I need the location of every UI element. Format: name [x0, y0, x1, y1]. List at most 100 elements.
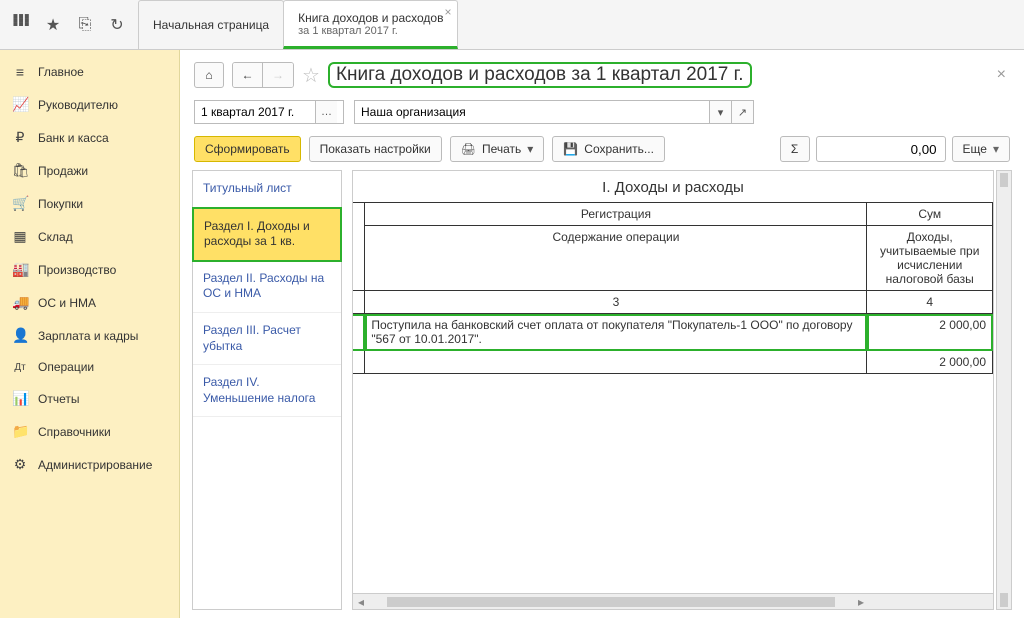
- tab-label: Книга доходов и расходов: [298, 11, 443, 25]
- tab-home[interactable]: Начальная страница: [138, 0, 284, 49]
- sidebar-item-label: Зарплата и кадры: [38, 329, 138, 343]
- sidebar-item-label: Банк и касса: [38, 131, 109, 145]
- topbar-icons: ▪▪▪▪▪▪▪▪▪ ★ ⎘ ↻: [0, 15, 138, 35]
- cell-empty: [365, 351, 867, 374]
- sidebar-item-production[interactable]: 🏭Производство: [0, 253, 179, 286]
- col-num: [352, 203, 365, 291]
- bars-icon: 📊: [12, 390, 28, 407]
- table-row-total: 2 000,00: [352, 351, 993, 374]
- section-item-4[interactable]: Раздел IV. Уменьшение налога: [193, 365, 341, 417]
- col-income: Доходы, учитываемые при исчислении налог…: [867, 226, 993, 291]
- section-item-3[interactable]: Раздел III. Расчет убытка: [193, 313, 341, 365]
- tab-label: Начальная страница: [153, 18, 269, 32]
- save-label: Сохранить...: [584, 142, 654, 156]
- sidebar-item-salary[interactable]: 👤Зарплата и кадры: [0, 319, 179, 352]
- toolbar: Сформировать Показать настройки 🖨Печать▾…: [180, 132, 1024, 170]
- section-item-2[interactable]: Раздел II. Расходы на ОС и НМА: [193, 261, 341, 313]
- cell-colnum-a: [352, 291, 365, 314]
- sidebar-item-operations[interactable]: ДтОперации: [0, 352, 179, 382]
- sidebar-item-assets[interactable]: 🚚 ОС и НМА: [0, 286, 179, 319]
- section-item-1[interactable]: Раздел I. Доходы и расходы за 1 кв.: [192, 207, 342, 262]
- sidebar-item-reports[interactable]: 📊Отчеты: [0, 382, 179, 415]
- horizontal-scrollbar[interactable]: ◂ ▸: [353, 593, 993, 609]
- print-button[interactable]: 🖨Печать▾: [450, 136, 545, 162]
- sidebar-item-catalogs[interactable]: 📁Справочники: [0, 415, 179, 448]
- sidebar-item-admin[interactable]: ⚙Администрирование: [0, 448, 179, 481]
- cell-colnum-4: 4: [867, 291, 993, 314]
- settings-label: Показать настройки: [320, 142, 431, 156]
- report-table: Регистрация Сум Содержание операции Дохо…: [352, 202, 993, 374]
- org-input[interactable]: [355, 101, 709, 123]
- save-button[interactable]: 💾 Сохранить...: [552, 136, 665, 162]
- sidebar: ≡Главное 📈Руководителю ₽ Банк и касса 🛍 Пр…: [0, 50, 180, 618]
- dtkt-icon: Дт: [12, 362, 28, 373]
- org-dropdown-button[interactable]: ▾: [709, 101, 731, 123]
- show-settings-button[interactable]: Показать настройки: [309, 136, 442, 162]
- scroll-thumb[interactable]: [387, 597, 835, 607]
- history-icon[interactable]: ↻: [108, 15, 126, 35]
- more-label: Еще: [963, 142, 987, 156]
- cart-icon: 🛒: [12, 195, 28, 212]
- cell-total: 2 000,00: [867, 351, 993, 374]
- printer-icon: 🖨: [461, 142, 476, 156]
- sum-group: Σ Еще: [780, 136, 1010, 162]
- sidebar-item-label: Склад: [38, 230, 73, 244]
- menu-icon: ≡: [12, 64, 28, 80]
- favorite-icon[interactable]: ☆: [302, 63, 320, 88]
- col-content: Содержание операции: [365, 226, 867, 291]
- scroll-left-icon[interactable]: ◂: [353, 595, 369, 609]
- content: ⌂ ← → ☆ Книга доходов и расходов за 1 кв…: [180, 50, 1024, 618]
- tabs: Начальная страница Книга доходов и расхо…: [138, 0, 457, 49]
- chevron-down-icon: ▾: [527, 142, 533, 156]
- sidebar-item-warehouse[interactable]: ▦ Склад: [0, 220, 179, 253]
- top-bar: ▪▪▪▪▪▪▪▪▪ ★ ⎘ ↻ Начальная страница Книга…: [0, 0, 1024, 50]
- sidebar-item-bank[interactable]: ₽ Банк и касса: [0, 121, 179, 154]
- folder-icon: 📁: [12, 423, 28, 440]
- col-reg: Регистрация: [365, 203, 867, 226]
- cell-colnum-3: 3: [365, 291, 867, 314]
- tab-report[interactable]: Книга доходов и расходов за 1 квартал 20…: [283, 0, 458, 49]
- star-icon[interactable]: ★: [44, 15, 62, 35]
- scroll-right-icon[interactable]: ▸: [853, 595, 869, 609]
- back-button[interactable]: ←: [233, 63, 263, 87]
- sidebar-item-purchases[interactable]: 🛒Покупки: [0, 187, 179, 220]
- more-button[interactable]: Еще: [952, 136, 1010, 162]
- document-icon[interactable]: ⎘: [76, 16, 94, 34]
- period-input[interactable]: [195, 101, 315, 123]
- generate-button[interactable]: Сформировать: [194, 136, 301, 162]
- grid-icon: ▦: [12, 228, 28, 245]
- sigma-button[interactable]: Σ: [780, 136, 810, 162]
- title-bar: ⌂ ← → ☆ Книга доходов и расходов за 1 кв…: [180, 50, 1024, 96]
- vertical-scrollbar[interactable]: [996, 170, 1012, 610]
- org-open-button[interactable]: ↗: [731, 101, 753, 123]
- report-area[interactable]: I. Доходы и расходы Регистрация Сум Соде…: [352, 170, 994, 610]
- sum-input[interactable]: [816, 136, 946, 162]
- period-combo: …: [194, 100, 344, 124]
- sidebar-item-label: ОС и НМА: [38, 296, 96, 310]
- table-row-highlighted[interactable]: Поступила на банковский счет оплата от п…: [352, 314, 993, 351]
- forward-button[interactable]: →: [263, 63, 293, 87]
- cell-empty: [352, 351, 365, 374]
- ruble-icon: ₽: [12, 129, 28, 146]
- apps-icon[interactable]: ▪▪▪▪▪▪▪▪▪: [12, 15, 30, 34]
- tab-sublabel: за 1 квартал 2017 г.: [298, 25, 443, 37]
- sidebar-item-label: Руководителю: [38, 98, 118, 112]
- floppy-icon: 💾: [563, 142, 578, 156]
- params-row: … ▾ ↗: [180, 96, 1024, 132]
- nav-group: ← →: [232, 62, 294, 88]
- sidebar-item-label: Продажи: [38, 164, 88, 178]
- close-page-button[interactable]: ×: [993, 62, 1010, 88]
- sidebar-item-label: Администрирование: [38, 458, 152, 472]
- sidebar-item-manager[interactable]: 📈Руководителю: [0, 88, 179, 121]
- close-icon[interactable]: ×: [444, 5, 451, 19]
- cell-amount: 2 000,00: [867, 314, 993, 351]
- sidebar-item-main[interactable]: ≡Главное: [0, 56, 179, 88]
- bag-icon: 🛍: [12, 162, 28, 179]
- section-item-title[interactable]: Титульный лист: [193, 171, 341, 208]
- home-button[interactable]: ⌂: [194, 62, 224, 88]
- generate-label: Сформировать: [205, 142, 290, 156]
- col-sum: Сум: [867, 203, 993, 226]
- truck-icon: 🚚: [12, 294, 28, 311]
- sidebar-item-sales[interactable]: 🛍 Продажи: [0, 154, 179, 187]
- period-ellipsis-button[interactable]: …: [315, 101, 337, 123]
